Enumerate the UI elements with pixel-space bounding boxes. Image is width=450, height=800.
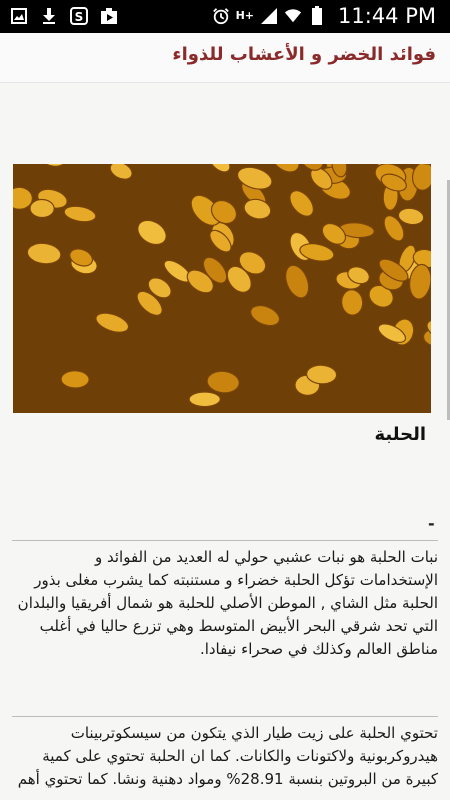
download-icon	[40, 6, 58, 26]
app-title: فوائد الخضر و الأعشاب للذواء	[172, 44, 436, 65]
seed-texture	[13, 164, 431, 413]
paragraph-description: نبات الحلبة هو نبات عشبي حولي له العديد …	[12, 546, 438, 661]
paragraph-line: مناطق العالم وكذلك في صحراء نيفادا.	[199, 640, 438, 658]
paragraph-line: الحلبة مثل الشاي , الموطن الأصلي للحلبة …	[17, 594, 438, 612]
media-icon	[100, 6, 118, 26]
clock: 11:44 PM	[338, 4, 436, 28]
paragraph-line: هيدروكربونية ولاكتونات والكانات. كما ان …	[42, 747, 438, 765]
signal-icon	[260, 6, 278, 26]
seed	[188, 391, 221, 408]
seed	[29, 198, 55, 219]
paragraph-line: التي تحد شرقي البحر الأبيض المتوسط وهي ت…	[39, 617, 438, 635]
gallery-icon	[10, 6, 28, 26]
paragraph-line: الإستخدامات تؤكل الحلبة خضراء و مستنبته …	[34, 571, 438, 589]
seed	[60, 370, 90, 389]
notification-icons: S	[10, 6, 118, 26]
section-separator-mark: -	[428, 514, 435, 533]
system-icons: H+ 11:44 PM	[212, 4, 436, 28]
divider-line	[12, 540, 438, 541]
paragraph-line: تحتوي الحلبة على زيت طيار الذي يتكون من …	[70, 724, 438, 742]
svg-text:S: S	[75, 10, 84, 24]
network-type: H+	[235, 9, 255, 22]
app-title-bar: فوائد الخضر و الأعشاب للذواء	[0, 33, 450, 83]
paragraph-line: كبيرة من البروتين بنسبة 28.91% ومواد دهن…	[17, 770, 438, 788]
fenugreek-seeds-image	[13, 164, 431, 413]
status-bar: S H+ 11:44 PM	[0, 0, 450, 33]
paragraph-line: نبات الحلبة هو نبات عشبي حولي له العديد …	[94, 548, 438, 566]
alarm-icon	[212, 6, 230, 26]
article-content[interactable]: الحلبة - نبات الحلبة هو نبات عشبي حولي ل…	[0, 84, 450, 800]
divider-line	[12, 716, 438, 717]
shazam-icon: S	[70, 6, 88, 26]
herb-name-heading: الحلبة	[374, 424, 426, 445]
paragraph-composition: تحتوي الحلبة على زيت طيار الذي يتكون من …	[12, 722, 438, 791]
battery-icon	[308, 6, 326, 26]
wifi-icon	[284, 6, 302, 26]
